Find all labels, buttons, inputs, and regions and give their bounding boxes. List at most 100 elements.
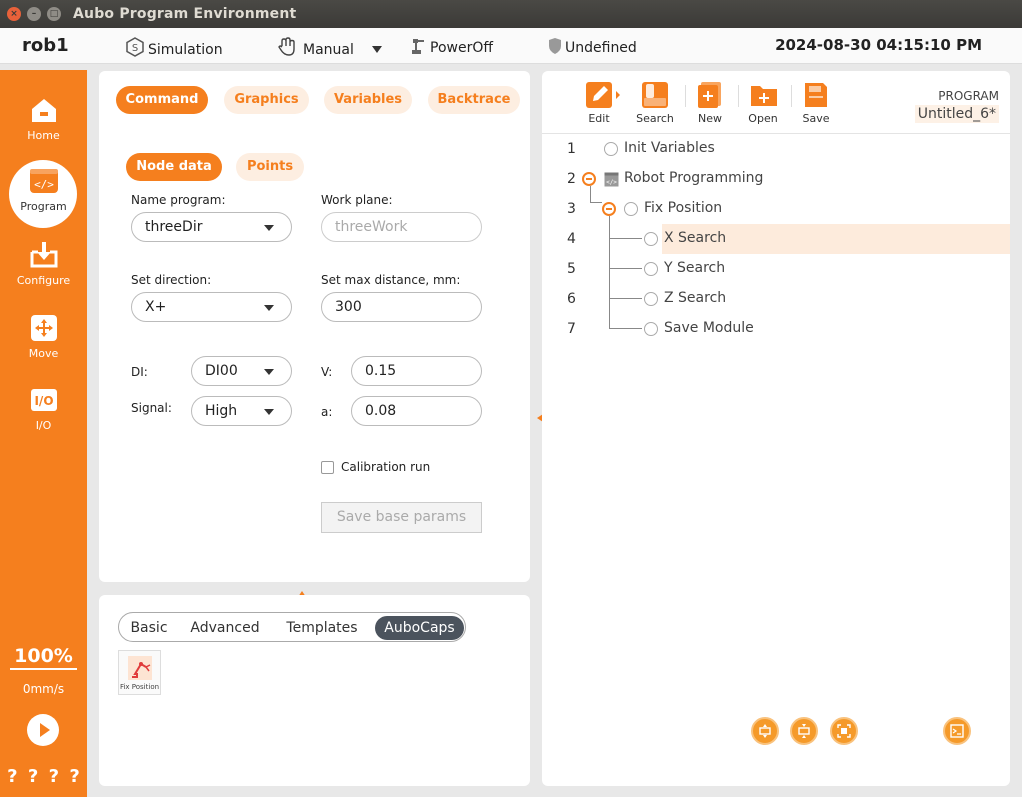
tree-row-label: Init Variables xyxy=(624,140,715,156)
a-input[interactable]: 0.08 xyxy=(351,396,482,426)
home-icon xyxy=(29,95,59,125)
tree-row-number: 2 xyxy=(567,171,576,187)
chevron-down-icon xyxy=(264,225,274,231)
tree-row-label: X Search xyxy=(664,230,727,246)
work-plane-label: Work plane: xyxy=(321,193,393,207)
save-label: Save xyxy=(802,112,830,125)
tab-basic[interactable]: Basic xyxy=(123,616,175,640)
collapse-vertical-button[interactable] xyxy=(790,717,818,745)
robot-name: rob1 xyxy=(22,35,69,56)
signal-label: Signal: xyxy=(131,401,172,415)
node-icon xyxy=(644,322,658,336)
collapse-icon[interactable] xyxy=(582,172,596,186)
help-button[interactable]: ? xyxy=(69,766,79,787)
di-label: DI: xyxy=(131,365,148,379)
speed-percent[interactable]: 100% xyxy=(10,645,77,670)
expand-vertical-button[interactable] xyxy=(751,717,779,745)
node-icon xyxy=(644,232,658,246)
calibration-run-checkbox[interactable] xyxy=(321,461,334,474)
sidebar-item-move[interactable]: Move xyxy=(0,313,87,375)
v-input[interactable]: 0.15 xyxy=(351,356,482,386)
sidebar-item-label: Move xyxy=(28,347,59,360)
di-value: DI00 xyxy=(205,363,238,379)
open-label: Open xyxy=(748,112,778,125)
search-label: Search xyxy=(636,112,674,125)
tree-row[interactable]: 7 Save Module xyxy=(542,314,1010,344)
di-select[interactable]: DI00 xyxy=(191,356,292,386)
help-button[interactable]: ? xyxy=(28,766,38,787)
set-direction-value: X+ xyxy=(145,299,167,315)
save-base-params-button[interactable]: Save base params xyxy=(321,502,482,533)
fix-position-tile[interactable]: Fix Position xyxy=(118,650,161,695)
tree-row[interactable]: 5 Y Search xyxy=(542,254,1010,284)
subtab-points[interactable]: Points xyxy=(236,153,304,181)
tab-backtrace[interactable]: Backtrace xyxy=(428,86,520,114)
name-program-select[interactable]: threeDir xyxy=(131,212,292,242)
open-button[interactable]: Open xyxy=(740,82,786,125)
max-distance-label: Set max distance, mm: xyxy=(321,273,461,287)
status-bar: rob1 S Simulation Manual PowerOff Undefin… xyxy=(0,28,1022,64)
save-button[interactable]: Save xyxy=(793,82,839,125)
tree-row-number: 1 xyxy=(567,141,576,157)
edit-button[interactable]: Edit xyxy=(576,82,622,125)
control-mode-label: Manual xyxy=(303,42,354,58)
mode-indicator[interactable]: S Simulation xyxy=(125,37,223,61)
fit-view-button[interactable] xyxy=(830,717,858,745)
tab-templates[interactable]: Templates xyxy=(275,616,369,640)
collapse-icon[interactable] xyxy=(602,202,616,216)
robot-power-icon xyxy=(411,37,427,59)
tab-command[interactable]: Command xyxy=(116,86,208,114)
program-panel: Edit Search New Open Save PROGRAM Untitl… xyxy=(542,71,1010,786)
set-direction-select[interactable]: X+ xyxy=(131,292,292,322)
window-minimize-button[interactable]: – xyxy=(27,7,41,21)
tree-row-number: 7 xyxy=(567,321,576,337)
tree-row[interactable]: 3 Fix Position xyxy=(542,194,1010,224)
shield-icon xyxy=(548,37,562,59)
fit-view-icon xyxy=(837,724,851,738)
signal-select[interactable]: High xyxy=(191,396,292,426)
tab-graphics[interactable]: Graphics xyxy=(224,86,309,114)
sidebar-item-configure[interactable]: Configure xyxy=(0,240,87,302)
power-indicator[interactable]: PowerOff xyxy=(411,37,493,59)
window-titlebar: × – □ Aubo Program Environment xyxy=(0,0,1022,28)
name-program-label: Name program: xyxy=(131,193,226,207)
help-button[interactable]: ? xyxy=(49,766,59,787)
chevron-down-icon xyxy=(372,46,383,53)
svg-text:</>: </> xyxy=(34,178,54,191)
simulation-icon: S xyxy=(125,37,145,61)
sidebar-item-label: Home xyxy=(27,129,60,142)
sidebar-item-label: Program xyxy=(20,200,67,213)
safety-indicator[interactable]: Undefined xyxy=(548,37,637,59)
play-button[interactable] xyxy=(27,714,59,746)
tree-row[interactable]: 6 Z Search xyxy=(542,284,1010,314)
console-button[interactable] xyxy=(943,717,971,745)
sidebar-item-io[interactable]: I/O I/O xyxy=(0,385,87,447)
new-label: New xyxy=(698,112,722,125)
work-plane-input[interactable]: threeWork xyxy=(321,212,482,242)
new-button[interactable]: New xyxy=(687,82,733,125)
calibration-run-label: Calibration run xyxy=(341,460,431,474)
max-distance-input[interactable]: 300 xyxy=(321,292,482,322)
search-button[interactable]: Search xyxy=(632,82,678,125)
tree-row-label: Z Search xyxy=(664,290,727,306)
subtab-node-data[interactable]: Node data xyxy=(126,153,222,181)
control-mode-dropdown[interactable]: Manual xyxy=(278,37,383,61)
tab-advanced[interactable]: Advanced xyxy=(181,616,269,640)
tree-row-number: 3 xyxy=(567,201,576,217)
tree-row[interactable]: 2 </> Robot Programming xyxy=(542,164,1010,194)
sidebar-item-program[interactable]: </> Program xyxy=(0,160,87,228)
search-icon xyxy=(642,82,668,108)
sidebar-item-home[interactable]: Home xyxy=(0,95,87,157)
tab-aubocaps[interactable]: AuboCaps xyxy=(375,616,464,640)
command-panel: Command Graphics Variables Backtrace Nod… xyxy=(99,71,530,582)
tree-row[interactable]: 4 X Search xyxy=(542,224,1010,254)
tree-row-label: Save Module xyxy=(664,320,754,336)
mode-label: Simulation xyxy=(148,42,223,58)
open-folder-icon xyxy=(750,82,777,108)
tab-variables[interactable]: Variables xyxy=(324,86,412,114)
window-maximize-button[interactable]: □ xyxy=(47,7,61,21)
help-button[interactable]: ? xyxy=(7,766,17,787)
window-close-button[interactable]: × xyxy=(7,7,21,21)
library-tabs: Basic Advanced Templates AuboCaps xyxy=(118,612,466,642)
tree-row[interactable]: 1 Init Variables xyxy=(542,134,1010,164)
